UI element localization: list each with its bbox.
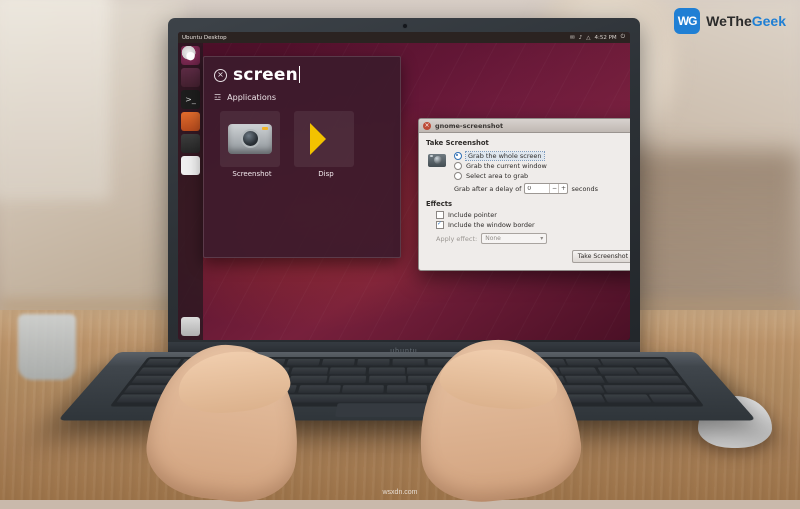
option-label: Grab the current window (466, 162, 547, 170)
chevron-down-icon: ▾ (540, 235, 544, 242)
clear-search-icon[interactable]: × (214, 68, 227, 82)
apply-effect-label: Apply effect: (436, 234, 478, 243)
panel-indicators[interactable]: ✉ ♪ △ 4:52 PM ⏻ (570, 34, 630, 41)
apply-effect-select[interactable]: None ▾ (481, 233, 548, 244)
section-effects: Effects (426, 200, 453, 208)
ubuntu-logo-icon: ● (185, 49, 196, 62)
effect-label: Include the window border (448, 221, 535, 229)
logo-text-geek: Geek (751, 13, 786, 29)
radio-icon[interactable] (454, 172, 462, 180)
effect-include-pointer[interactable]: Include pointer (436, 211, 630, 219)
option-current-window[interactable]: Grab the current window (454, 162, 630, 170)
panel-left-group: Ubuntu Desktop (178, 35, 227, 41)
watermark: wsxdn.com (382, 489, 418, 496)
text-caret (298, 66, 300, 83)
option-whole-screen[interactable]: Grab the whole screen (454, 151, 630, 161)
dash-result-screenshot[interactable]: Screenshot (220, 111, 284, 178)
effect-include-window-border[interactable]: Include the window border (436, 220, 630, 229)
option-select-area[interactable]: Select area to grab (454, 172, 630, 180)
camera-icon (228, 124, 272, 154)
logo-text: WeTheGeek (706, 13, 786, 29)
delay-decrement-icon[interactable]: − (549, 184, 558, 193)
camera-icon (428, 153, 446, 167)
laptop-lid: Ubuntu Desktop ✉ ♪ △ 4:52 PM ⏻ ● >_ × sc… (168, 18, 640, 358)
trash-button[interactable] (181, 317, 200, 336)
delay-label: Grab after a delay of (454, 184, 522, 193)
documents-button[interactable] (181, 156, 200, 175)
panel-title: Ubuntu Desktop (182, 34, 227, 41)
dialog-button-row: Take Screenshot (426, 250, 630, 263)
take-screenshot-button[interactable]: Take Screenshot (571, 250, 630, 263)
dash-search-row[interactable]: × screen (204, 57, 400, 91)
dash-search-value: screen (233, 65, 298, 85)
apply-effect-row[interactable]: Apply effect: None ▾ (436, 233, 630, 244)
result-tile (294, 111, 354, 167)
result-label: Screenshot (232, 170, 272, 178)
display-icon (304, 122, 344, 156)
checkbox-icon[interactable] (436, 220, 444, 229)
option-label: Grab the whole screen (465, 151, 545, 161)
dialog-title: gnome-screenshot (435, 121, 504, 130)
option-label: Select area to grab (466, 172, 529, 180)
laptop-display: Ubuntu Desktop ✉ ♪ △ 4:52 PM ⏻ ● >_ × sc… (178, 32, 630, 340)
applications-icon: ☲ (214, 93, 222, 102)
power-icon[interactable]: ⏻ (621, 34, 625, 41)
radio-icon[interactable] (454, 152, 462, 160)
logo-mark-icon: WG (674, 8, 701, 34)
gnome-screenshot-dialog: × gnome-screenshot Take Screenshot Grab … (418, 118, 630, 271)
unity-launcher: ● >_ (178, 43, 203, 340)
dash-results: Screenshot Disp (204, 105, 400, 178)
files-button[interactable] (181, 68, 200, 87)
dash-search-input[interactable]: screen (233, 65, 300, 85)
camera-thumbnail (426, 150, 448, 170)
delay-stepper[interactable]: − + (524, 183, 569, 194)
top-panel: Ubuntu Desktop ✉ ♪ △ 4:52 PM ⏻ (178, 32, 630, 43)
apply-effect-value: None (485, 235, 501, 242)
terminal-prompt-icon: >_ (185, 95, 196, 104)
radio-icon[interactable] (454, 162, 462, 170)
logo-text-we: We (706, 13, 727, 29)
terminal-button[interactable]: >_ (181, 90, 200, 109)
laptop-lid-shell: Ubuntu Desktop ✉ ♪ △ 4:52 PM ⏻ ● >_ × sc… (168, 18, 640, 358)
dash-category-label: Applications (227, 93, 277, 102)
logo-text-the: The (726, 13, 752, 29)
checkbox-icon[interactable] (436, 211, 444, 219)
dialog-body: Take Screenshot Grab the whole screen Gr… (419, 133, 630, 270)
result-tile (220, 111, 280, 167)
close-icon[interactable]: × (423, 121, 431, 130)
delay-increment-icon[interactable]: + (558, 184, 567, 193)
result-label: Disp (318, 170, 334, 178)
amazon-button[interactable] (181, 134, 200, 153)
ubuntu-desktop: Ubuntu Desktop ✉ ♪ △ 4:52 PM ⏻ ● >_ × sc… (178, 32, 630, 340)
effect-label: Include pointer (448, 211, 497, 219)
software-center-button[interactable] (181, 112, 200, 131)
network-icon[interactable]: △ (586, 35, 590, 41)
dash-category-header: ☲ Applications (204, 91, 400, 105)
webcam-icon (402, 23, 408, 29)
dash-result-displays[interactable]: Disp (294, 111, 358, 178)
delay-units-label: seconds (571, 184, 599, 193)
wethegeek-logo: WG WeTheGeek (674, 8, 786, 34)
dialog-titlebar[interactable]: × gnome-screenshot (419, 119, 630, 133)
clock-label[interactable]: 4:52 PM (594, 35, 616, 41)
section-take-screenshot: Take Screenshot (426, 139, 489, 147)
ubuntu-dash-button[interactable]: ● (181, 46, 200, 65)
sound-icon[interactable]: ♪ (579, 35, 583, 41)
background-window (0, 0, 110, 200)
delay-row: Grab after a delay of − + seconds (454, 183, 630, 194)
mail-icon[interactable]: ✉ (570, 35, 575, 41)
take-screenshot-group: Grab the whole screen Grab the current w… (426, 150, 630, 194)
delay-input[interactable] (525, 185, 550, 192)
unity-dash: × screen ☲ Applications Screenshot Disp (203, 56, 401, 258)
blurred-cup (18, 314, 76, 380)
